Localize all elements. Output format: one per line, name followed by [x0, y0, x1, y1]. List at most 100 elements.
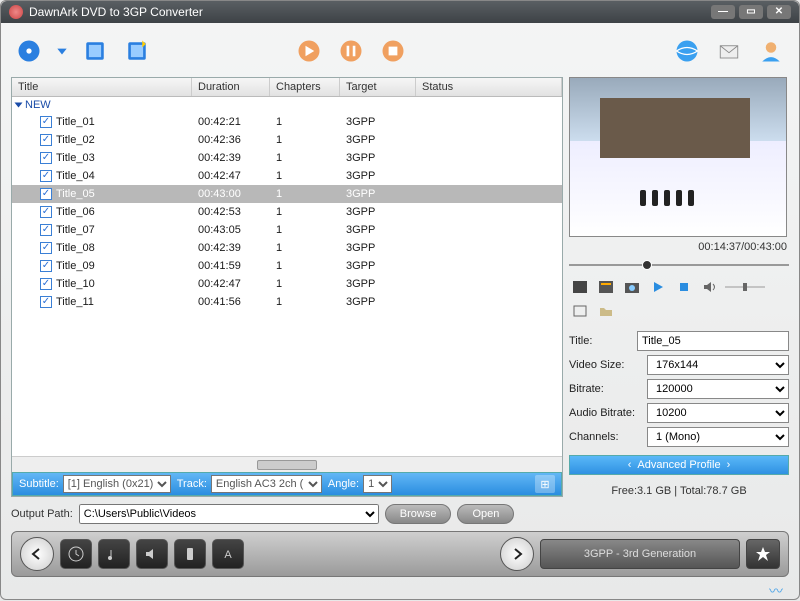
table-row[interactable]: Title_1000:42:4713GPP: [12, 275, 562, 293]
convert-button[interactable]: [293, 35, 325, 67]
row-chapters: 1: [270, 260, 340, 272]
load-dvd-dropdown[interactable]: [55, 35, 69, 67]
row-checkbox[interactable]: [40, 170, 52, 182]
row-title: Title_11: [56, 296, 94, 308]
horizontal-scrollbar[interactable]: [12, 456, 562, 472]
text-settings-button[interactable]: A: [212, 539, 244, 569]
table-row[interactable]: Title_0800:42:3913GPP: [12, 239, 562, 257]
row-checkbox[interactable]: [40, 296, 52, 308]
format-display[interactable]: 3GPP - 3rd Generation: [540, 539, 740, 569]
preview-area[interactable]: [569, 77, 787, 237]
row-chapters: 1: [270, 152, 340, 164]
start-conversion-button[interactable]: [746, 539, 780, 569]
close-button[interactable]: ✕: [767, 5, 791, 19]
title-list-pane: Title Duration Chapters Target Status NE…: [11, 77, 563, 497]
load-dvd-button[interactable]: [13, 35, 45, 67]
row-title: Title_07: [56, 224, 95, 236]
row-checkbox[interactable]: [40, 224, 52, 236]
title-field[interactable]: [637, 331, 789, 351]
time-settings-button[interactable]: [60, 539, 92, 569]
row-checkbox[interactable]: [40, 242, 52, 254]
subtitle-select[interactable]: [1] English (0x21): [63, 475, 171, 493]
minimize-button[interactable]: —: [711, 5, 735, 19]
open-folder-button[interactable]: [595, 301, 617, 321]
stream-controls-bar: Subtitle: [1] English (0x21) Track: Engl…: [12, 472, 562, 496]
row-checkbox[interactable]: [40, 152, 52, 164]
table-row[interactable]: Title_0300:42:3913GPP: [12, 149, 562, 167]
table-row[interactable]: Title_0900:41:5913GPP: [12, 257, 562, 275]
row-target: 3GPP: [340, 242, 416, 254]
fullscreen-button[interactable]: [569, 301, 591, 321]
back-button[interactable]: [20, 537, 54, 571]
col-status[interactable]: Status: [416, 78, 562, 96]
seek-slider[interactable]: [569, 259, 789, 271]
expand-icon[interactable]: [15, 103, 23, 108]
table-row[interactable]: Title_1100:41:5613GPP: [12, 293, 562, 311]
channels-select[interactable]: 1 (Mono): [647, 427, 789, 447]
row-duration: 00:42:53: [192, 206, 270, 218]
col-target[interactable]: Target: [340, 78, 416, 96]
volume-slider[interactable]: [725, 277, 765, 297]
stream-settings-icon[interactable]: ⊞: [535, 475, 555, 493]
footer: 〰: [11, 581, 789, 595]
svg-text:A: A: [224, 549, 232, 561]
audiobitrate-label: Audio Bitrate:: [569, 407, 643, 419]
row-target: 3GPP: [340, 188, 416, 200]
table-body[interactable]: NEWTitle_0100:42:2113GPPTitle_0200:42:36…: [12, 97, 562, 456]
table-row[interactable]: Title_0400:42:4713GPP: [12, 167, 562, 185]
track-label: Track:: [177, 478, 207, 490]
row-target: 3GPP: [340, 224, 416, 236]
col-chapters[interactable]: Chapters: [270, 78, 340, 96]
mail-button[interactable]: [713, 35, 745, 67]
row-duration: 00:41:59: [192, 260, 270, 272]
stop-convert-button[interactable]: [377, 35, 409, 67]
angle-label: Angle:: [328, 478, 359, 490]
col-title[interactable]: Title: [12, 78, 192, 96]
device-button[interactable]: [174, 539, 206, 569]
pause-convert-button[interactable]: [335, 35, 367, 67]
browse-button[interactable]: Browse: [385, 504, 452, 524]
table-row[interactable]: Title_0600:42:5313GPP: [12, 203, 562, 221]
stop-button[interactable]: [673, 277, 695, 297]
add-title-button[interactable]: [121, 35, 153, 67]
volume-icon[interactable]: [699, 277, 721, 297]
audiobitrate-select[interactable]: 10200: [647, 403, 789, 423]
advanced-profile-toggle[interactable]: ‹Advanced Profile›: [569, 455, 789, 475]
row-checkbox[interactable]: [40, 134, 52, 146]
table-row[interactable]: Title_0700:43:0513GPP: [12, 221, 562, 239]
row-chapters: 1: [270, 242, 340, 254]
forward-button[interactable]: [500, 537, 534, 571]
row-target: 3GPP: [340, 152, 416, 164]
row-checkbox[interactable]: [40, 278, 52, 290]
snapshot-button[interactable]: [621, 277, 643, 297]
mid-area: Title Duration Chapters Target Status NE…: [11, 77, 789, 497]
play-button[interactable]: [647, 277, 669, 297]
resize-grip-icon[interactable]: 〰: [769, 581, 783, 595]
row-title: Title_01: [56, 116, 95, 128]
prev-frame-button[interactable]: [569, 277, 591, 297]
website-button[interactable]: [671, 35, 703, 67]
user-button[interactable]: [755, 35, 787, 67]
open-button[interactable]: Open: [457, 504, 514, 524]
row-title: Title_06: [56, 206, 95, 218]
row-checkbox[interactable]: [40, 260, 52, 272]
row-checkbox[interactable]: [40, 188, 52, 200]
bitrate-select[interactable]: 120000: [647, 379, 789, 399]
angle-select[interactable]: 1: [363, 475, 392, 493]
track-select[interactable]: English AC3 2ch (: [211, 475, 322, 493]
row-checkbox[interactable]: [40, 116, 52, 128]
clip-button[interactable]: [595, 277, 617, 297]
table-row[interactable]: Title_0200:42:3613GPP: [12, 131, 562, 149]
audio-settings-button[interactable]: [98, 539, 130, 569]
col-duration[interactable]: Duration: [192, 78, 270, 96]
table-row[interactable]: Title_0100:42:2113GPP: [12, 113, 562, 131]
add-chapter-button[interactable]: [79, 35, 111, 67]
row-chapters: 1: [270, 188, 340, 200]
audio-mute-button[interactable]: [136, 539, 168, 569]
table-row[interactable]: Title_0500:43:0013GPP: [12, 185, 562, 203]
maximize-button[interactable]: ▭: [739, 5, 763, 19]
videosize-select[interactable]: 176x144: [647, 355, 789, 375]
output-path-select[interactable]: C:\Users\Public\Videos: [79, 504, 379, 524]
group-row[interactable]: NEW: [12, 97, 562, 113]
row-checkbox[interactable]: [40, 206, 52, 218]
